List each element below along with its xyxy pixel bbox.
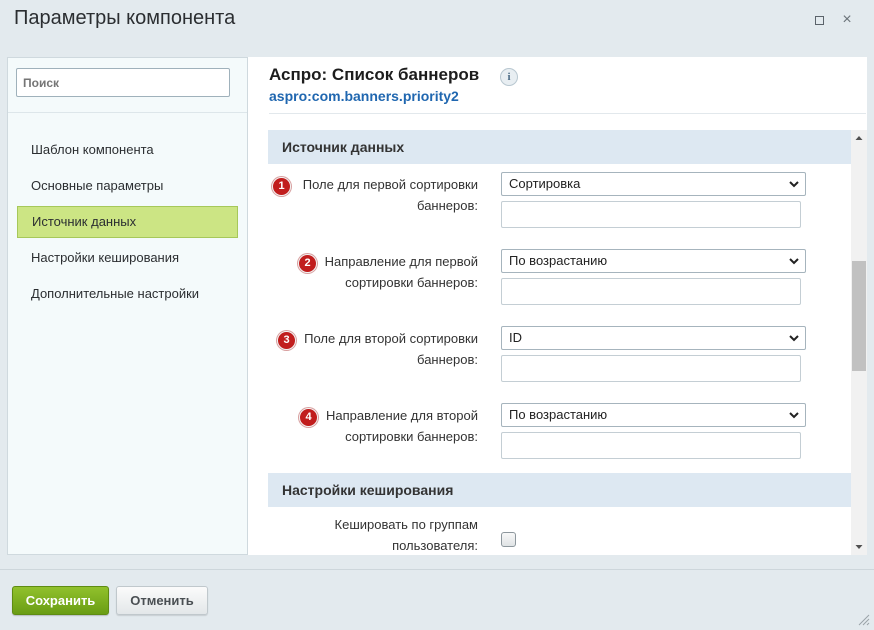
field-label: Направление для первой сортировки баннер…: [268, 251, 478, 293]
info-icon[interactable]: i: [500, 68, 518, 86]
field-label-line: Направление для второй: [325, 408, 478, 423]
select-value: ID: [509, 330, 522, 345]
cancel-button[interactable]: Отменить: [116, 586, 208, 615]
resize-grip-icon[interactable]: [856, 612, 870, 626]
search-input[interactable]: [16, 68, 230, 97]
field-label-line: баннеров:: [417, 198, 478, 213]
save-button[interactable]: Сохранить: [12, 586, 109, 615]
first-sort-order-custom-input[interactable]: [501, 278, 801, 305]
first-sort-field-custom-input[interactable]: [501, 201, 801, 228]
component-title: Аспро: Список баннеров: [269, 65, 480, 84]
field-label-line: Поле для первой сортировки: [302, 177, 478, 192]
section-header-caching: Настройки кеширования: [268, 473, 851, 507]
scroll-down-icon[interactable]: [851, 539, 867, 555]
select-value: По возрастанию: [509, 407, 608, 422]
chevron-down-icon: [789, 335, 799, 342]
field-label: Кешировать по группам пользователя:: [268, 514, 478, 555]
dialog-body: Шаблон компонента Основные параметры Ист…: [0, 42, 874, 569]
second-sort-field-select[interactable]: ID: [501, 326, 806, 350]
sidebar-nav: Шаблон компонента Основные параметры Ист…: [17, 134, 238, 314]
sidebar: Шаблон компонента Основные параметры Ист…: [7, 57, 248, 555]
scroll-up-icon[interactable]: [851, 130, 867, 146]
field-label: Поле для первой сортировки баннеров:: [268, 174, 478, 216]
dialog-titlebar: Параметры компонента ×: [0, 0, 874, 42]
scrollbar[interactable]: [851, 130, 867, 555]
component-code: aspro:com.banners.priority2: [269, 88, 459, 104]
main-panel: Аспро: Список баннеров i aspro:com.banne…: [248, 57, 867, 555]
close-icon[interactable]: ×: [839, 12, 855, 28]
dialog-footer: Сохранить Отменить: [0, 569, 874, 630]
field-label-line: сортировки баннеров:: [345, 429, 478, 444]
field-label-line: сортировки баннеров:: [345, 275, 478, 290]
second-sort-field-custom-input[interactable]: [501, 355, 801, 382]
field-label-line: Поле для второй сортировки: [304, 331, 478, 346]
sidebar-item-basic-params[interactable]: Основные параметры: [17, 170, 238, 202]
field-label-line: Направление для первой: [324, 254, 478, 269]
second-sort-order-select[interactable]: По возрастанию: [501, 403, 806, 427]
scrollbar-thumb[interactable]: [852, 261, 866, 371]
sidebar-item-data-source[interactable]: Источник данных: [17, 206, 238, 238]
field-label-line: пользователя:: [392, 538, 478, 553]
sidebar-divider: [8, 112, 247, 113]
dialog-title: Параметры компонента: [14, 7, 236, 29]
field-label: Поле для второй сортировки баннеров:: [268, 328, 478, 370]
maximize-icon[interactable]: [811, 12, 827, 28]
sidebar-item-template[interactable]: Шаблон компонента: [17, 134, 238, 166]
cache-groups-checkbox[interactable]: [501, 532, 516, 547]
second-sort-order-custom-input[interactable]: [501, 432, 801, 459]
first-sort-field-select[interactable]: Сортировка: [501, 172, 806, 196]
settings-scroll-area: Источник данных 1 Поле для первой сортир…: [268, 130, 851, 555]
sidebar-item-additional-settings[interactable]: Дополнительные настройки: [17, 278, 238, 310]
select-value: Сортировка: [509, 176, 581, 191]
chevron-down-icon: [789, 181, 799, 188]
chevron-down-icon: [789, 258, 799, 265]
section-header-data-source: Источник данных: [268, 130, 851, 164]
first-sort-order-select[interactable]: По возрастанию: [501, 249, 806, 273]
field-label: Направление для второй сортировки баннер…: [268, 405, 478, 447]
select-value: По возрастанию: [509, 253, 608, 268]
field-label-line: Кешировать по группам: [334, 517, 478, 532]
chevron-down-icon: [789, 412, 799, 419]
sidebar-item-cache-settings[interactable]: Настройки кеширования: [17, 242, 238, 274]
header-divider: [269, 113, 866, 114]
field-label-line: баннеров:: [417, 352, 478, 367]
